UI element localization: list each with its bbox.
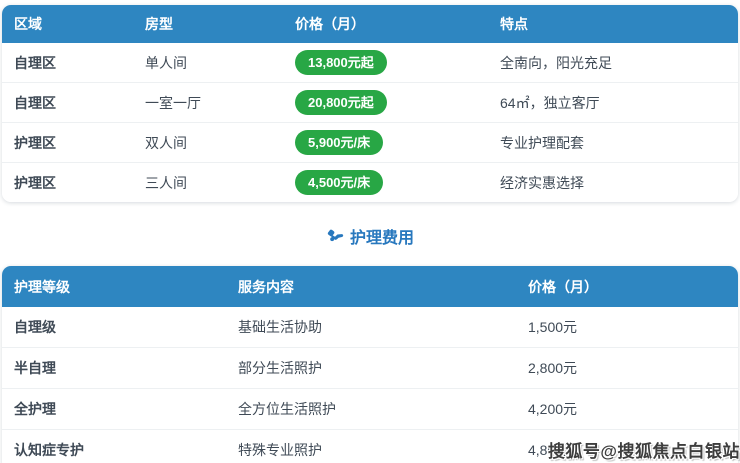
room-table-header-row: 区域 房型 价格（月） 特点 (2, 5, 738, 43)
level-cell: 认知症专护 (2, 429, 226, 463)
price-cell: 2,800元 (516, 347, 738, 388)
feature-cell: 64㎡，独立客厅 (488, 82, 738, 122)
feature-cell: 经济实惠选择 (488, 162, 738, 202)
price-cell: 13,800元起 (283, 43, 488, 82)
room-header-area: 区域 (2, 5, 133, 43)
table-row: 自理区 单人间 13,800元起 全南向，阳光充足 (2, 43, 738, 82)
table-row: 护理区 双人间 5,900元/床 专业护理配套 (2, 122, 738, 162)
care-header-price: 价格（月） (516, 266, 738, 307)
area-cell: 护理区 (2, 162, 133, 202)
level-cell: 自理级 (2, 307, 226, 347)
room-type-cell: 双人间 (133, 122, 283, 162)
table-row: 自理区 一室一厅 20,800元起 64㎡，独立客厅 (2, 82, 738, 122)
price-badge: 20,800元起 (295, 90, 387, 115)
care-header-service: 服务内容 (226, 266, 516, 307)
section-heading-label: 护理费用 (350, 224, 414, 248)
level-cell: 半自理 (2, 347, 226, 388)
room-price-table: 区域 房型 价格（月） 特点 自理区 单人间 13,800元起 全南向，阳光充足… (2, 5, 738, 202)
service-cell: 基础生活协助 (226, 307, 516, 347)
section-heading: 护理费用 (0, 224, 740, 248)
table-row: 护理区 三人间 4,500元/床 经济实惠选择 (2, 162, 738, 202)
room-type-cell: 单人间 (133, 43, 283, 82)
room-type-cell: 三人间 (133, 162, 283, 202)
feature-cell: 全南向，阳光充足 (488, 43, 738, 82)
area-cell: 自理区 (2, 43, 133, 82)
table-row: 自理级 基础生活协助 1,500元 (2, 307, 738, 347)
price-badge: 5,900元/床 (295, 130, 383, 155)
hands-helping-icon (326, 227, 344, 245)
price-badge: 4,500元/床 (295, 170, 383, 195)
room-header-type: 房型 (133, 5, 283, 43)
price-cell: 20,800元起 (283, 82, 488, 122)
service-cell: 特殊专业照护 (226, 429, 516, 463)
price-cell: 1,500元 (516, 307, 738, 347)
area-cell: 护理区 (2, 122, 133, 162)
table-row: 全护理 全方位生活照护 4,200元 (2, 388, 738, 429)
service-cell: 全方位生活照护 (226, 388, 516, 429)
room-header-price: 价格（月） (283, 5, 488, 43)
care-table-header-row: 护理等级 服务内容 价格（月） (2, 266, 738, 307)
area-cell: 自理区 (2, 82, 133, 122)
price-badge: 13,800元起 (295, 50, 387, 75)
service-cell: 部分生活照护 (226, 347, 516, 388)
price-cell: 4,500元/床 (283, 162, 488, 202)
care-header-level: 护理等级 (2, 266, 226, 307)
feature-cell: 专业护理配套 (488, 122, 738, 162)
watermark: 搜狐号@搜狐焦点白银站 (548, 437, 740, 462)
price-cell: 5,900元/床 (283, 122, 488, 162)
room-type-cell: 一室一厅 (133, 82, 283, 122)
price-cell: 4,200元 (516, 388, 738, 429)
table-row: 半自理 部分生活照护 2,800元 (2, 347, 738, 388)
room-header-feature: 特点 (488, 5, 738, 43)
level-cell: 全护理 (2, 388, 226, 429)
page: 区域 房型 价格（月） 特点 自理区 单人间 13,800元起 全南向，阳光充足… (0, 0, 740, 463)
care-fee-table: 护理等级 服务内容 价格（月） 自理级 基础生活协助 1,500元 半自理 部分… (2, 266, 738, 463)
